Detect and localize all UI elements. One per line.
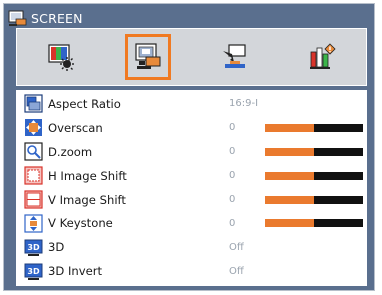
setting-value: 0 <box>229 146 236 158</box>
menu-title-bar: SCREEN <box>8 8 372 28</box>
slider-fill <box>265 171 314 180</box>
zoom-icon <box>24 142 43 161</box>
slider-fill <box>265 123 314 132</box>
overscan-icon <box>24 118 43 137</box>
3d-invert-icon: 3D <box>24 262 43 281</box>
setup-icon <box>223 44 246 68</box>
setting-label: H Image Shift <box>48 168 127 183</box>
setting-value: Off <box>229 241 244 253</box>
tab-image[interactable] <box>38 34 84 80</box>
setting-label: V Keystone <box>48 216 113 231</box>
setting-value: 0 <box>229 122 236 134</box>
setting-row[interactable]: H Image Shift 0 <box>17 164 366 188</box>
setting-value: 0 <box>229 170 236 182</box>
setting-slider[interactable] <box>265 195 363 204</box>
setting-value: 0 <box>229 217 236 229</box>
setting-label: Overscan <box>48 120 103 135</box>
slider-fill <box>265 195 314 204</box>
svg-text:3D: 3D <box>27 243 40 252</box>
osd-menu: SCREEN Aspect Ratio 16:9-I Overscan 0 D.… <box>3 3 375 291</box>
setting-row[interactable]: 3D 3D Invert Off <box>17 259 366 283</box>
setting-label: Aspect Ratio <box>48 96 121 111</box>
v-shift-icon <box>24 190 43 209</box>
setting-label: 3D <box>48 240 65 255</box>
setting-slider[interactable] <box>265 147 363 156</box>
slider-fill <box>265 147 314 156</box>
screen-icon <box>8 10 27 27</box>
menu-title: SCREEN <box>31 10 83 26</box>
slider-fill <box>265 219 314 228</box>
screen-icon <box>135 43 161 69</box>
setting-row[interactable]: Overscan 0 <box>17 116 366 140</box>
setting-slider[interactable] <box>265 171 363 180</box>
h-shift-icon <box>24 166 43 185</box>
options-icon <box>310 43 336 69</box>
setting-row[interactable]: Aspect Ratio 16:9-I <box>17 92 366 116</box>
setting-value: Off <box>229 265 244 277</box>
setting-row[interactable]: V Keystone 0 <box>17 211 366 235</box>
aspect-ratio-icon <box>24 94 43 114</box>
setting-row[interactable]: V Image Shift 0 <box>17 188 366 212</box>
setting-slider[interactable] <box>265 123 363 132</box>
keystone-icon <box>24 214 43 233</box>
tab-options[interactable] <box>299 34 345 80</box>
svg-text:3D: 3D <box>27 267 40 276</box>
setting-row[interactable]: D.zoom 0 <box>17 140 366 164</box>
tab-screen[interactable] <box>124 34 171 80</box>
setting-label: 3D Invert <box>48 264 103 279</box>
setting-label: V Image Shift <box>48 192 126 207</box>
tab-setup[interactable] <box>212 34 258 80</box>
setting-slider[interactable] <box>265 219 363 228</box>
setting-row[interactable]: 3D 3D Off <box>17 235 366 259</box>
setting-value: 16:9-I <box>229 98 259 110</box>
setting-value: 0 <box>229 194 236 205</box>
setting-label: D.zoom <box>48 144 93 159</box>
image-brightness-icon <box>48 44 74 71</box>
menu-tabs <box>16 28 367 86</box>
3d-icon: 3D <box>24 238 43 257</box>
settings-list: Aspect Ratio 16:9-I Overscan 0 D.zoom 0 H Imag… <box>16 90 367 286</box>
